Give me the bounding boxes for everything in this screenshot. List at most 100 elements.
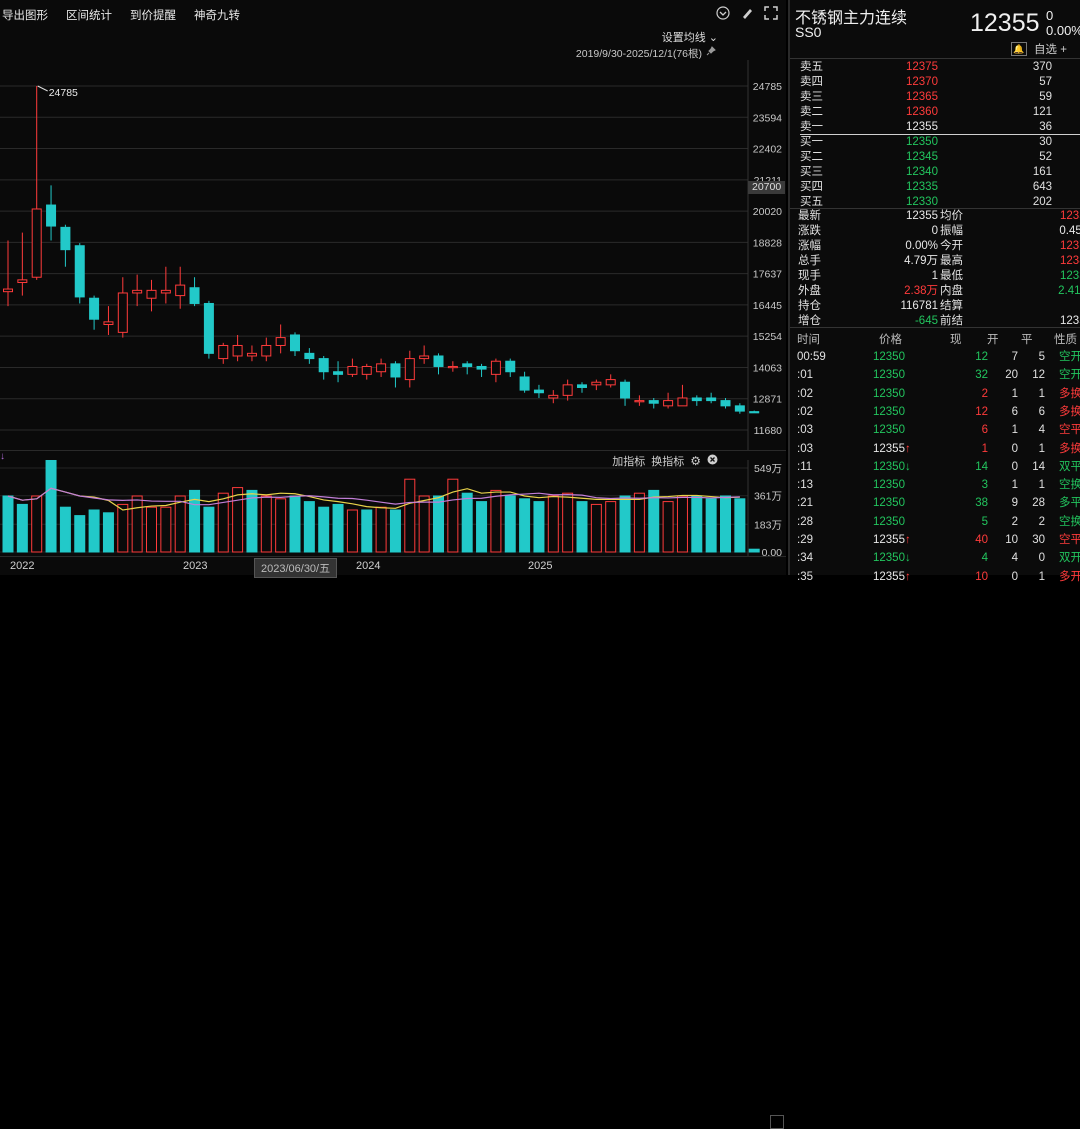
tick-price: 12350 <box>873 369 905 382</box>
range-stats-button[interactable]: 区间统计 <box>66 7 112 23</box>
tick-row[interactable]: :29 12355↑ 40 10 30 空平 <box>790 531 1080 549</box>
volume-bar <box>576 501 588 553</box>
tick-open: 0 <box>1011 442 1018 455</box>
volume-bar <box>275 498 287 553</box>
tick-row[interactable]: :35 12355↑ 10 0 1 多开 <box>790 568 1080 586</box>
bid-row[interactable]: 买四 12335 643 <box>800 180 1080 195</box>
draw-tool-icon[interactable] <box>740 6 754 20</box>
candle <box>419 355 430 360</box>
ask-label: 卖五 <box>800 61 823 73</box>
bid-price: 12345 <box>906 151 938 163</box>
tick-row[interactable]: :11 12350↓ 14 0 14 双平 <box>790 458 1080 476</box>
tick-time: :35 <box>797 570 813 583</box>
tick-row[interactable]: :28 12350 5 2 2 空换 <box>790 513 1080 531</box>
high-price-label: 24785 <box>49 87 78 99</box>
price-tick-label: 12871 <box>753 394 782 406</box>
volume-tick-label: 183万 <box>754 519 782 531</box>
tick-open: 4 <box>1011 552 1018 565</box>
tick-row[interactable]: :21 12350 38 9 28 多平 <box>790 494 1080 512</box>
ask-price: 12355 <box>906 121 938 133</box>
tick-open: 1 <box>1011 387 1018 400</box>
stat-row: 持仓 116781 结算 -- <box>798 299 1080 314</box>
stat-value: 116781 <box>900 300 938 312</box>
tick-row[interactable]: :13 12350 3 1 1 空换 <box>790 476 1080 494</box>
tick-time: :02 <box>797 405 813 418</box>
tick-header-price: 价格 <box>879 334 902 346</box>
tick-time: :01 <box>797 369 813 382</box>
price-tick-label: 14063 <box>753 362 782 374</box>
volume-bar <box>232 487 244 553</box>
tick-time: :21 <box>797 497 813 510</box>
candle <box>648 400 659 404</box>
tick-row[interactable]: :02 12350 2 1 1 多换 <box>790 385 1080 403</box>
tick-nature: 多换 <box>1059 405 1080 418</box>
candle <box>290 334 300 352</box>
candle <box>60 226 71 251</box>
tick-row[interactable]: :03 12350 6 1 4 空平 <box>790 421 1080 439</box>
volume-bar <box>174 495 186 553</box>
ask-row[interactable]: 卖一 12355 36 <box>800 120 1080 135</box>
tick-row[interactable]: :34 12350↓ 4 4 0 双开 <box>790 549 1080 567</box>
tick-price: 12350 <box>873 387 905 400</box>
tick-row[interactable]: :02 12350 12 6 6 多换 <box>790 403 1080 421</box>
candle <box>103 321 114 325</box>
tick-direction-icon: ↑ <box>904 442 911 455</box>
ask-row[interactable]: 卖二 12360 121 <box>800 105 1080 120</box>
tick-close: 6 <box>1038 405 1045 418</box>
corner-toggle[interactable] <box>770 1115 784 1129</box>
tick-close: 2 <box>1038 515 1045 528</box>
ask-price: 12370 <box>906 76 938 88</box>
stat-value: 1 <box>931 270 938 282</box>
export-chart-button[interactable]: 导出图形 <box>2 7 48 23</box>
tick-row[interactable]: :03 12355↑ 1 0 1 多换 <box>790 440 1080 458</box>
volume-bar <box>705 498 717 553</box>
tick-row[interactable]: 00:59 12350 12 7 5 空开 <box>790 348 1080 366</box>
price-tick-label: 23594 <box>753 112 782 124</box>
tick-time: :02 <box>797 387 813 400</box>
stat-row: 现手 1 最低 12330 <box>798 269 1080 284</box>
tick-volume: 14 <box>975 460 988 473</box>
volume-bar <box>31 495 43 553</box>
bid-row[interactable]: 买三 12340 161 <box>800 165 1080 180</box>
candle <box>160 289 171 294</box>
volume-plot[interactable]: 549万 361万 183万 0.00 <box>0 460 786 556</box>
tick-open: 20 <box>1005 369 1018 382</box>
candle <box>734 405 745 412</box>
tick-price: 12355↑ <box>873 570 911 583</box>
stat-value: 2.41万 <box>1058 285 1080 297</box>
tick-close: 1 <box>1038 387 1045 400</box>
year-label: 2022 <box>10 560 35 572</box>
chevron-down-icon[interactable] <box>716 6 730 20</box>
pin-icon[interactable] <box>706 45 716 59</box>
candle <box>433 355 444 367</box>
stat-label: 振幅 <box>940 225 963 237</box>
stat-label: 结算 <box>940 300 963 312</box>
candle <box>333 371 344 375</box>
price-alert-button[interactable]: 到价提醒 <box>130 7 176 23</box>
ma-setting-dropdown[interactable]: 设置均线 ⌄ <box>662 29 718 45</box>
ask-row[interactable]: 卖五 12375 370 <box>800 60 1080 75</box>
add-to-watchlist-button[interactable]: 自选 + <box>1034 41 1067 57</box>
ask-row[interactable]: 卖三 12365 59 <box>800 90 1080 105</box>
bell-icon[interactable]: 🔔 <box>1011 42 1027 56</box>
stat-label: 今开 <box>940 240 963 252</box>
tick-close: 14 <box>1032 460 1045 473</box>
tick-open: 0 <box>1011 570 1018 583</box>
fullscreen-icon[interactable] <box>764 6 778 20</box>
bid-row[interactable]: 买二 12345 52 <box>800 150 1080 165</box>
divider <box>790 58 1080 59</box>
magic-nine-button[interactable]: 神奇九转 <box>194 7 240 23</box>
candlestick-plot[interactable]: 2478523594224022121120020188281763716445… <box>0 60 786 450</box>
ask-row[interactable]: 卖四 12370 57 <box>800 75 1080 90</box>
volume-bar <box>375 506 387 553</box>
volume-bar <box>289 495 301 553</box>
stat-value: 12356 <box>1060 210 1080 222</box>
ask-volume: 370 <box>1032 61 1052 73</box>
candle <box>318 358 329 373</box>
stat-value: 12355 <box>906 210 938 222</box>
bid-row[interactable]: 买一 12350 30 <box>800 135 1080 150</box>
tick-nature: 空换 <box>1059 479 1080 492</box>
tick-time: :34 <box>797 552 813 565</box>
candle <box>261 344 272 357</box>
tick-row[interactable]: :01 12350 32 20 12 空开 <box>790 366 1080 384</box>
